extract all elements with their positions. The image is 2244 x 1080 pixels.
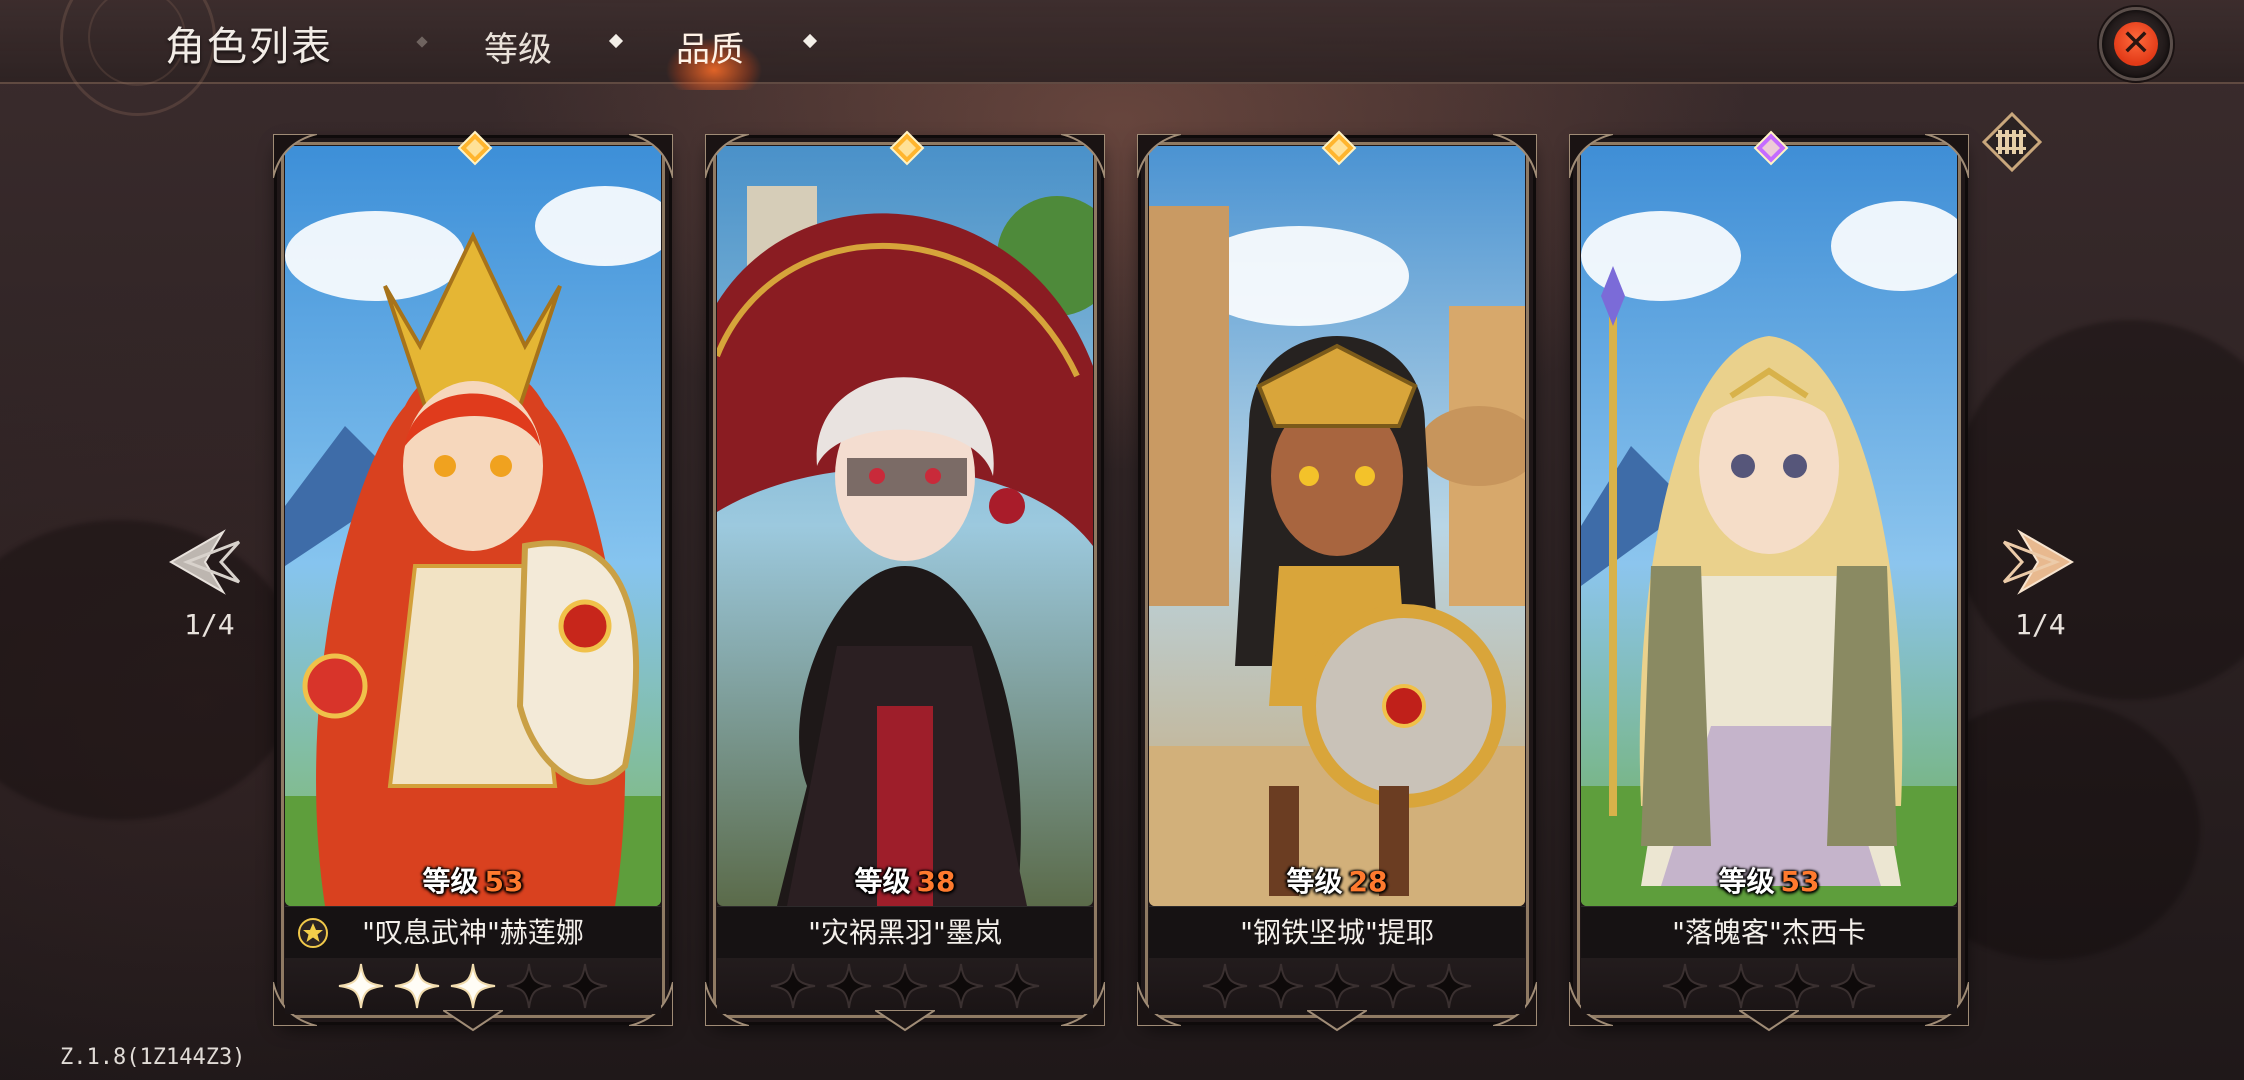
card-corner-ornament (273, 134, 317, 178)
card-bottom-ornament (1739, 1010, 1799, 1032)
close-x-icon: ✕ (2114, 22, 2158, 66)
star-empty-icon (1830, 963, 1876, 1009)
character-card[interactable]: 等级 38 "灾祸黑羽"墨岚 (705, 130, 1105, 1032)
tab-separator-dot (608, 33, 624, 49)
card-corner-ornament (1493, 134, 1537, 178)
level-display: 等级 53 (277, 860, 669, 906)
star-empty-icon (562, 963, 608, 1009)
star-rating (1149, 958, 1525, 1014)
page-indicator-right: 1/4 (2015, 608, 2066, 641)
card-corner-ornament (629, 134, 673, 178)
star-empty-icon (1314, 963, 1360, 1009)
star-empty-icon (1426, 963, 1472, 1009)
star-filled-icon (450, 963, 496, 1009)
formation-grid-icon (1981, 111, 2043, 173)
character-name: "落魄客"杰西卡 (1672, 916, 1866, 949)
card-bottom-ornament (1307, 1010, 1367, 1032)
version-text: Z.1.8(1Z144Z3) (60, 1045, 246, 1070)
formation-button[interactable] (1981, 111, 2043, 173)
next-page-button[interactable] (1998, 522, 2078, 602)
character-portrait (717, 146, 1093, 906)
prev-arrow-icon (168, 529, 241, 595)
star-empty-icon (938, 963, 984, 1009)
close-button[interactable]: ✕ (2099, 7, 2173, 81)
card-corner-ornament (705, 134, 749, 178)
quality-gem-icon (457, 130, 493, 166)
top-bar: 角色列表 等级 品质 ✕ (0, 0, 2244, 116)
level-label: 等级 (1286, 865, 1343, 898)
character-name-bar: "叹息武神"赫莲娜 (285, 906, 661, 959)
tab-level[interactable]: 等级 (484, 22, 552, 71)
character-name: "灾祸黑羽"墨岚 (808, 916, 1002, 949)
star-empty-icon (1202, 963, 1248, 1009)
next-arrow-icon (2002, 529, 2075, 595)
character-name: "钢铁坚城"提耶 (1240, 916, 1434, 949)
star-empty-icon (1774, 963, 1820, 1009)
quality-gem-icon (1321, 130, 1357, 166)
prev-page-button[interactable] (165, 522, 245, 602)
star-empty-icon (770, 963, 816, 1009)
card-corner-ornament (1925, 134, 1969, 178)
character-portrait (1149, 146, 1525, 906)
star-rating (1581, 958, 1957, 1014)
character-card[interactable]: 等级 53 "落魄客"杰西卡 (1569, 130, 1969, 1032)
tab-quality[interactable]: 品质 (676, 22, 744, 71)
star-empty-icon (882, 963, 928, 1009)
level-display: 等级 28 (1141, 860, 1533, 906)
character-portrait (285, 146, 661, 906)
level-number: 28 (1348, 865, 1388, 898)
star-rating (285, 958, 661, 1014)
star-filled-icon (338, 963, 384, 1009)
character-card[interactable]: 等级 53 "叹息武神"赫莲娜 (273, 130, 673, 1032)
star-empty-icon (506, 963, 552, 1009)
favorite-star-icon[interactable] (297, 917, 329, 949)
character-name-bar: "落魄客"杰西卡 (1581, 906, 1957, 959)
character-name-bar: "灾祸黑羽"墨岚 (717, 906, 1093, 959)
star-empty-icon (1258, 963, 1304, 1009)
level-number: 38 (916, 865, 956, 898)
card-corner-ornament (1569, 134, 1613, 178)
character-portrait (1581, 146, 1957, 906)
star-filled-icon (394, 963, 440, 1009)
background-tree (0, 520, 300, 820)
star-empty-icon (1662, 963, 1708, 1009)
card-corner-ornament (1137, 134, 1181, 178)
character-card[interactable]: 等级 28 "钢铁坚城"提耶 (1137, 130, 1537, 1032)
tab-separator-dot (802, 33, 818, 49)
level-number: 53 (1780, 865, 1820, 898)
card-corner-ornament (1061, 134, 1105, 178)
level-display: 等级 38 (709, 860, 1101, 906)
quality-gem-icon (1753, 130, 1789, 166)
star-empty-icon (826, 963, 872, 1009)
page-indicator-left: 1/4 (184, 608, 235, 641)
page-title: 角色列表 (165, 24, 333, 70)
character-list-screen: 角色列表 等级 品质 ✕ 1/4 1/4 等级 53 "叹息武神"赫莲娜 等级 … (0, 0, 2244, 1080)
level-number: 53 (484, 865, 524, 898)
star-rating (717, 958, 1093, 1014)
card-bottom-ornament (443, 1010, 503, 1032)
tab-separator-dot (416, 36, 428, 48)
quality-gem-icon (889, 130, 925, 166)
character-name-bar: "钢铁坚城"提耶 (1149, 906, 1525, 959)
level-display: 等级 53 (1573, 860, 1965, 906)
character-name: "叹息武神"赫莲娜 (362, 916, 584, 949)
level-label: 等级 (1718, 865, 1775, 898)
level-label: 等级 (422, 865, 479, 898)
star-empty-icon (1370, 963, 1416, 1009)
card-bottom-ornament (875, 1010, 935, 1032)
star-empty-icon (1718, 963, 1764, 1009)
star-empty-icon (994, 963, 1040, 1009)
background-tree (1950, 320, 2244, 700)
level-label: 等级 (854, 865, 911, 898)
